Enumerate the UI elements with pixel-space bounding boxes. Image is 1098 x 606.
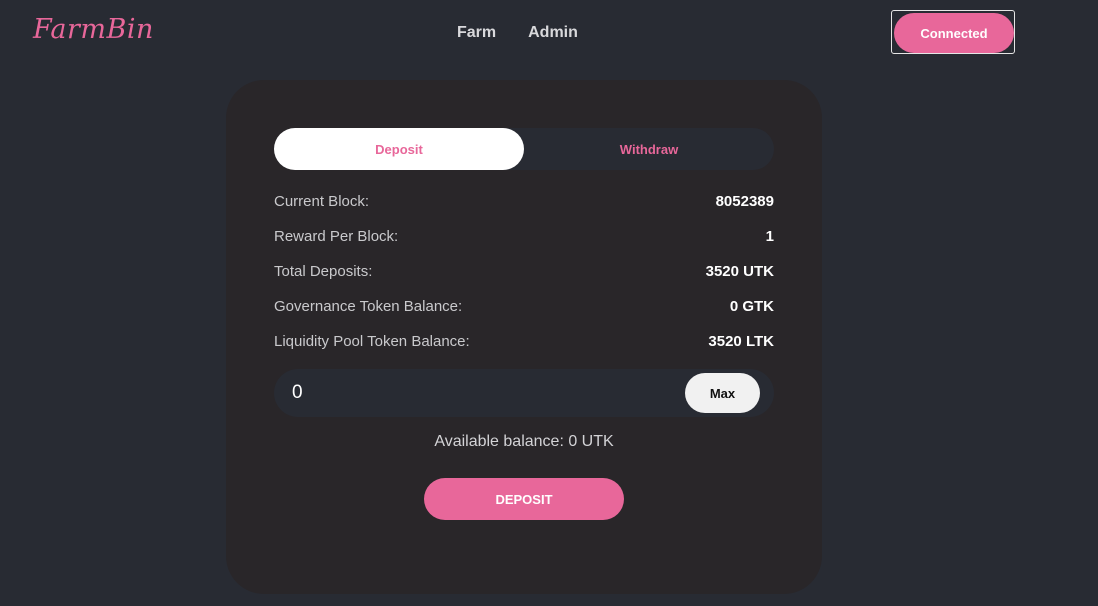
- farm-card: Deposit Withdraw Current Block: 8052389 …: [226, 80, 822, 594]
- stat-value: 8052389: [715, 193, 774, 210]
- stat-row-reward-per-block: Reward Per Block: 1: [274, 219, 774, 254]
- nav-link-admin[interactable]: Admin: [528, 24, 578, 42]
- amount-field-container: Max: [274, 369, 774, 417]
- stat-row-total-deposits: Total Deposits: 3520 UTK: [274, 254, 774, 289]
- top-header: FarmBin Farm Admin Connected: [0, 0, 1098, 70]
- stat-row-governance-balance: Governance Token Balance: 0 GTK: [274, 289, 774, 324]
- tab-withdraw[interactable]: Withdraw: [524, 128, 774, 170]
- deposit-submit-button[interactable]: DEPOSIT: [424, 478, 624, 520]
- connected-wallet-button[interactable]: Connected: [894, 13, 1014, 53]
- stat-label: Governance Token Balance:: [274, 298, 463, 315]
- deposit-amount-input[interactable]: [292, 379, 672, 407]
- stat-value: 0 GTK: [729, 298, 774, 315]
- stat-label: Reward Per Block:: [274, 228, 399, 245]
- stat-row-current-block: Current Block: 8052389: [274, 184, 774, 219]
- stat-value: 3520 LTK: [708, 333, 774, 350]
- stat-row-lp-balance: Liquidity Pool Token Balance: 3520 LTK: [274, 324, 774, 359]
- farm-stats: Current Block: 8052389 Reward Per Block:…: [274, 184, 774, 359]
- deposit-withdraw-tabs: Deposit Withdraw: [274, 128, 774, 170]
- stat-value: 1: [765, 228, 774, 245]
- available-balance-text: Available balance: 0 UTK: [434, 433, 614, 450]
- stat-label: Total Deposits:: [274, 263, 373, 280]
- stat-label: Liquidity Pool Token Balance:: [274, 333, 470, 350]
- max-button[interactable]: Max: [685, 373, 760, 413]
- stat-value: 3520 UTK: [705, 263, 774, 280]
- stat-label: Current Block:: [274, 193, 370, 210]
- farmbin-logo[interactable]: FarmBin: [33, 14, 154, 45]
- nav-link-farm[interactable]: Farm: [457, 24, 496, 42]
- tab-deposit[interactable]: Deposit: [274, 128, 524, 170]
- connect-button-frame: Connected: [891, 10, 1015, 54]
- main-nav: Farm Admin: [457, 24, 578, 42]
